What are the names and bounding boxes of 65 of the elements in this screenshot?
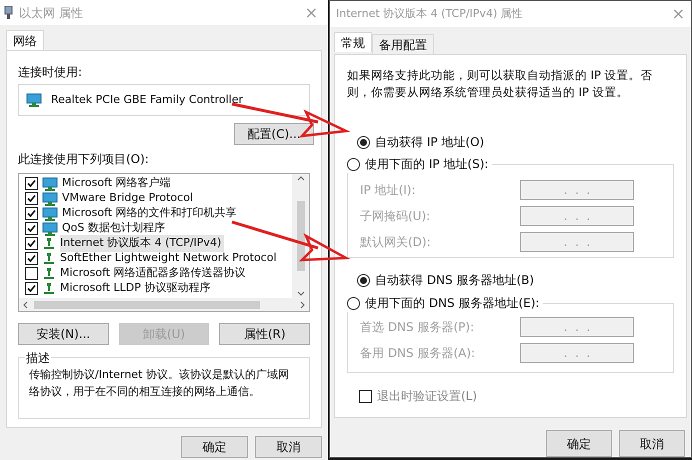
checkbox[interactable] bbox=[25, 207, 38, 220]
adapter-name: Realtek PCIe GBE Family Controller bbox=[51, 92, 244, 108]
dialog-button[interactable]: 取消 bbox=[255, 436, 322, 458]
checkbox[interactable] bbox=[359, 390, 372, 402]
list-item[interactable]: VMware Bridge Protocol bbox=[62, 190, 196, 207]
monitor-icon bbox=[42, 176, 58, 190]
checkbox[interactable] bbox=[25, 192, 38, 205]
option-label: 自动获得 DNS 服务器地址(B) bbox=[375, 272, 534, 289]
field-label: 默认网关(D): bbox=[360, 234, 432, 251]
radio-button[interactable] bbox=[347, 158, 360, 170]
list-item[interactable]: Internet 协议版本 4 (TCP/IPv4) bbox=[60, 235, 224, 252]
list-item[interactable]: Microsoft LLDP 协议驱动程序 bbox=[60, 280, 214, 297]
description-text: 传输控制协议/Internet 协议。该协议是默认的广域网络协议，用于在不同的相互连接的网络上通信。 bbox=[29, 367, 290, 400]
list-item[interactable]: SoftEther Lightweight Network Protocol bbox=[60, 250, 280, 267]
window-title: 以太网 属性 bbox=[19, 4, 84, 22]
checkbox[interactable] bbox=[25, 252, 38, 265]
option-label: 使用下面的 DNS 服务器地址(E): bbox=[365, 295, 540, 312]
radio-button[interactable] bbox=[357, 274, 370, 286]
section-label: 此连接使用下列项目(O): bbox=[18, 151, 150, 168]
network-node-icon bbox=[42, 268, 56, 280]
section-label: 连接时使用: bbox=[18, 64, 84, 81]
field-label: 备用 DNS 服务器(A): bbox=[360, 345, 476, 362]
checkbox-label: 退出时验证设置(L) bbox=[377, 388, 478, 405]
tab[interactable]: 备用配置 bbox=[372, 34, 434, 54]
vertical-scrollbar[interactable] bbox=[292, 174, 309, 298]
field-label: IP 地址(I): bbox=[360, 182, 417, 199]
list-item[interactable]: Microsoft 网络的文件和打印机共享 bbox=[62, 205, 240, 222]
checkbox[interactable] bbox=[25, 177, 38, 190]
tab[interactable]: 网络 bbox=[6, 30, 44, 50]
dialog-button[interactable]: 安装(N)... bbox=[18, 323, 109, 345]
network-node-icon bbox=[42, 238, 56, 250]
scroll-right-icon[interactable] bbox=[300, 300, 305, 308]
scroll-left-icon[interactable] bbox=[23, 300, 28, 308]
scroll-down-icon[interactable] bbox=[296, 291, 304, 296]
checkbox[interactable] bbox=[25, 237, 38, 250]
list-item[interactable]: QoS 数据包计划程序 bbox=[62, 220, 168, 237]
monitor-icon bbox=[42, 192, 58, 206]
horizontal-scrollbar[interactable] bbox=[19, 298, 309, 311]
network-node-icon bbox=[42, 282, 56, 294]
radio-button[interactable] bbox=[357, 136, 370, 148]
dialog-button[interactable]: 属性(R) bbox=[219, 323, 310, 345]
network-node-icon bbox=[42, 252, 56, 264]
checkbox[interactable] bbox=[25, 222, 38, 235]
checkbox[interactable] bbox=[25, 267, 38, 280]
dialog-button[interactable]: 取消 bbox=[619, 430, 685, 457]
dialog-button[interactable]: 确定 bbox=[181, 436, 248, 458]
option-label: 使用下面的 IP 地址(S): bbox=[365, 156, 488, 173]
monitor-icon bbox=[42, 222, 58, 236]
option-label: 自动获得 IP 地址(O) bbox=[375, 134, 484, 151]
field-label: 首选 DNS 服务器(P): bbox=[360, 319, 476, 336]
ethernet-icon bbox=[4, 6, 13, 19]
dialog-button[interactable]: 配置(C)... bbox=[234, 123, 314, 145]
dialog-button[interactable]: 确定 bbox=[546, 430, 612, 457]
list-item[interactable]: Microsoft 网络客户端 bbox=[62, 175, 174, 192]
field-label: 子网掩码(U): bbox=[360, 208, 432, 225]
intro-text: 如果网络支持此功能，则可以获取自动指派的 IP 设置。否则，你需要从网络系统管理员处获得适当的 IP 设置。 bbox=[347, 67, 654, 101]
radio-button[interactable] bbox=[347, 296, 360, 310]
group-title: 描述 bbox=[25, 349, 51, 367]
list-item[interactable]: Microsoft 网络适配器多路传送器协议 bbox=[60, 265, 249, 282]
scroll-up-icon[interactable] bbox=[296, 176, 304, 181]
window-title: Internet 协议版本 4 (TCP/IPv4) 属性 bbox=[336, 6, 524, 22]
monitor-icon bbox=[42, 206, 58, 220]
monitor-icon bbox=[26, 93, 42, 107]
tab[interactable]: 常规 bbox=[334, 32, 372, 52]
checkbox[interactable] bbox=[25, 282, 38, 295]
